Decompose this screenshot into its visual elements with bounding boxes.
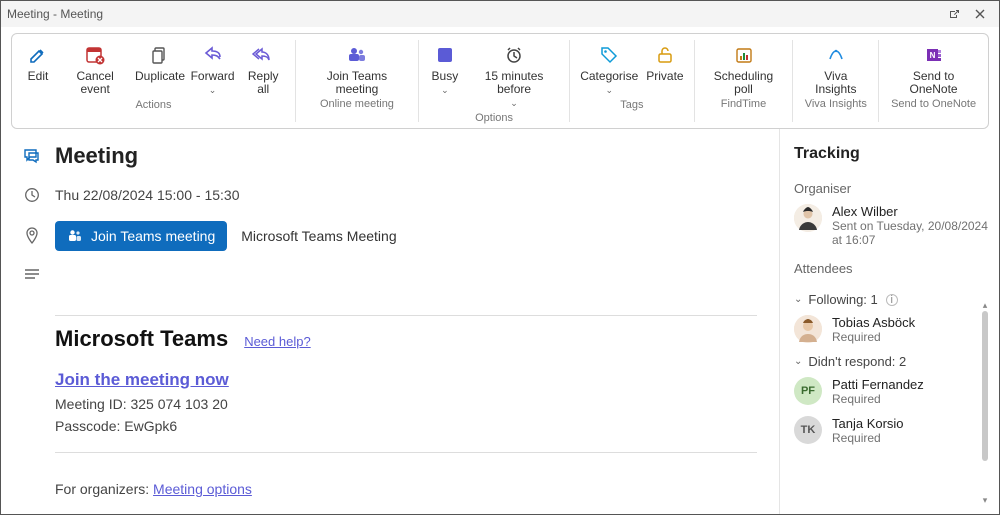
busy-button[interactable]: Busy⌄ <box>425 38 465 110</box>
meeting-subject: Meeting <box>55 143 138 169</box>
meeting-details-pane: Meeting Thu 22/08/2024 15:00 - 15:30 Joi… <box>1 129 779 514</box>
tracking-heading: Tracking <box>794 145 989 163</box>
scroll-thumb[interactable] <box>982 311 988 461</box>
scheduling-poll-label: Scheduling poll <box>705 68 783 96</box>
organizers-line: For organizers: Meeting options <box>55 481 757 497</box>
description-icon <box>23 269 41 281</box>
scroll-up-arrow[interactable]: ▴ <box>983 300 988 311</box>
avatar: TK <box>794 416 822 444</box>
attendee-row: TK Tanja Korsio Required <box>794 416 981 445</box>
busy-label: Busy⌄ <box>432 68 459 97</box>
online-meeting-group-label: Online meeting <box>320 96 394 112</box>
forward-label: Forward⌄ <box>191 68 235 97</box>
duplicate-label: Duplicate <box>135 68 185 96</box>
attendee-status: Required <box>832 392 924 406</box>
location-icon <box>23 227 41 245</box>
meeting-body: Microsoft Teams Need help? Join the meet… <box>55 315 757 497</box>
reply-all-label: Reply all <box>241 68 285 96</box>
organiser-label: Organiser <box>794 181 989 196</box>
cancel-event-button[interactable]: Cancel event <box>58 38 132 97</box>
viva-label: Viva Insights <box>803 68 868 96</box>
passcode-line: Passcode: EwGpk6 <box>55 418 757 434</box>
didnt-respond-label: Didn't respond: 2 <box>808 354 906 369</box>
edit-button[interactable]: Edit <box>18 38 58 97</box>
attendee-row: Tobias Asböck Required <box>794 315 981 344</box>
options-group-label: Options <box>475 110 513 126</box>
scheduling-poll-button[interactable]: Scheduling poll <box>701 38 787 96</box>
findtime-group-label: FindTime <box>721 96 766 112</box>
scrollbar[interactable]: ▴ ▾ <box>981 284 989 506</box>
viva-insights-button[interactable]: Viva Insights <box>799 38 872 96</box>
chevron-down-icon: ⌄ <box>794 356 802 367</box>
attendee-row: PF Patti Fernandez Required <box>794 377 981 406</box>
join-button-label: Join Teams meeting <box>91 228 215 244</box>
attendee-status: Required <box>832 431 904 445</box>
reminder-label: 15 minutes before ⌄ <box>469 68 559 110</box>
private-button[interactable]: Private <box>642 38 687 97</box>
organiser-sent: Sent on Tuesday, 20/08/2024 at 16:07 <box>832 219 989 247</box>
join-meeting-now-link[interactable]: Join the meeting now <box>55 370 229 390</box>
join-teams-meeting-main-button[interactable]: Join Teams meeting <box>55 221 227 251</box>
organiser-person: Alex Wilber Sent on Tuesday, 20/08/2024 … <box>794 204 989 247</box>
attendees-label: Attendees <box>794 261 989 276</box>
meeting-id-line: Meeting ID: 325 074 103 20 <box>55 396 757 412</box>
following-label: Following: 1 <box>808 292 877 307</box>
need-help-link[interactable]: Need help? <box>244 334 311 349</box>
organiser-name: Alex Wilber <box>832 204 989 219</box>
actions-group-label: Actions <box>135 97 171 113</box>
duplicate-button[interactable]: Duplicate <box>132 38 187 97</box>
reminder-button[interactable]: 15 minutes before ⌄ <box>465 38 563 110</box>
private-label: Private <box>646 68 683 96</box>
chat-icon <box>23 147 41 165</box>
join-teams-label: Join Teams meeting <box>306 68 408 96</box>
tracking-pane: Tracking Organiser Alex Wilber Sent on T… <box>779 129 999 514</box>
forward-button[interactable]: Forward⌄ <box>188 38 238 97</box>
categorise-label: Categorise⌄ <box>580 68 638 97</box>
avatar <box>794 315 822 343</box>
avatar: PF <box>794 377 822 405</box>
categorise-button[interactable]: Categorise⌄ <box>576 38 642 97</box>
info-icon[interactable]: i <box>886 294 898 306</box>
cancel-event-label: Cancel event <box>62 68 128 96</box>
svg-text:N: N <box>929 51 935 60</box>
teams-title: Microsoft Teams <box>55 326 228 352</box>
onenote-label: Send to OneNote <box>889 68 978 96</box>
meeting-options-link[interactable]: Meeting options <box>153 481 252 497</box>
meeting-datetime: Thu 22/08/2024 15:00 - 15:30 <box>55 187 239 203</box>
attendee-status: Required <box>832 330 915 344</box>
window-title: Meeting - Meeting <box>7 7 103 21</box>
attendee-name: Tobias Asböck <box>832 315 915 330</box>
clock-icon <box>23 187 41 203</box>
join-teams-meeting-button[interactable]: Join Teams meeting <box>302 38 412 96</box>
close-icon[interactable] <box>967 5 993 23</box>
attendee-name: Tanja Korsio <box>832 416 904 431</box>
following-fold[interactable]: ⌄ Following: 1 i <box>794 292 981 307</box>
scroll-down-arrow[interactable]: ▾ <box>983 495 988 506</box>
chevron-down-icon: ⌄ <box>794 294 802 305</box>
avatar <box>794 204 822 232</box>
send-to-onenote-button[interactable]: N Send to OneNote <box>885 38 982 96</box>
edit-label: Edit <box>28 68 49 96</box>
didnt-respond-fold[interactable]: ⌄ Didn't respond: 2 <box>794 354 981 369</box>
reply-all-button[interactable]: Reply all <box>237 38 289 97</box>
meeting-location: Microsoft Teams Meeting <box>241 228 396 244</box>
attendee-name: Patti Fernandez <box>832 377 924 392</box>
viva-group-label: Viva Insights <box>805 96 867 112</box>
tags-group-label: Tags <box>620 97 643 113</box>
onenote-group-label: Send to OneNote <box>891 96 976 112</box>
popout-icon[interactable] <box>941 5 967 23</box>
window-titlebar: Meeting - Meeting <box>1 1 999 27</box>
ribbon: Edit Cancel event Duplicate Forward⌄ <box>11 33 989 129</box>
